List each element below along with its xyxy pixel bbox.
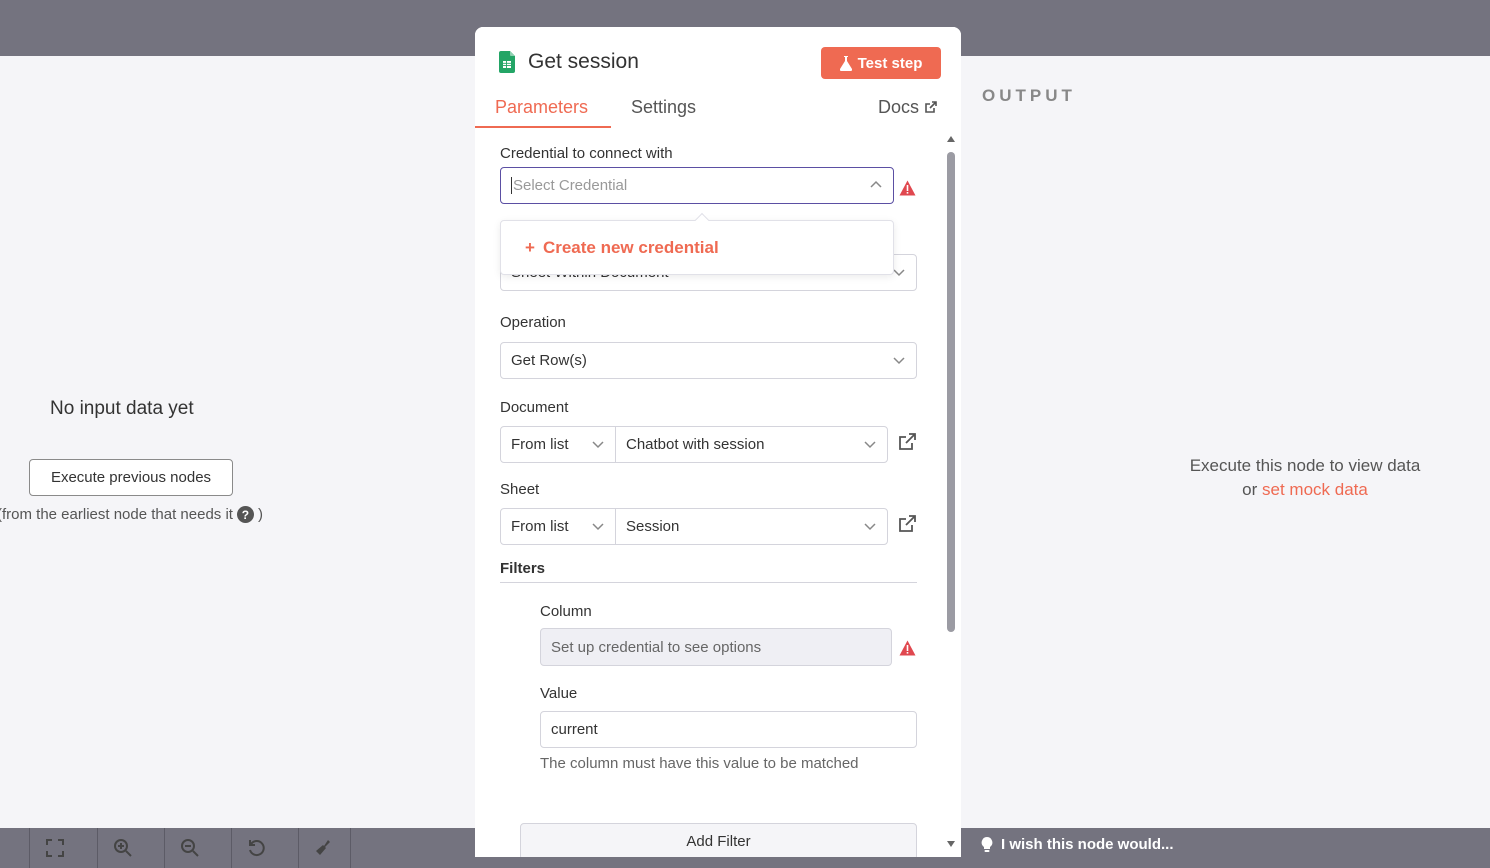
add-filter-button[interactable]: Add Filter <box>520 823 917 857</box>
value-label: Value <box>540 685 578 702</box>
lightbulb-icon <box>981 836 993 852</box>
panel-header: Get session Test step Parameters Setting… <box>475 27 961 129</box>
operation-value: Get Row(s) <box>511 352 587 369</box>
sheet-mode-select[interactable]: From list <box>500 508 616 545</box>
toolbar-divider <box>350 828 400 868</box>
scroll-thumb[interactable] <box>947 152 955 632</box>
filter-value: current <box>551 721 598 738</box>
zoom-in-button[interactable] <box>97 828 147 868</box>
filters-divider <box>500 582 917 583</box>
node-settings-panel: Get session Test step Parameters Setting… <box>475 27 961 857</box>
docs-link[interactable]: Docs <box>878 97 937 118</box>
scroll-up-icon[interactable] <box>946 135 956 143</box>
earliest-node-note: (from the earliest node that needs it ? … <box>0 506 263 523</box>
chevron-down-icon <box>592 441 604 449</box>
docs-label: Docs <box>878 97 920 117</box>
mock-data-line: or set mock data <box>1179 478 1431 502</box>
earliest-node-text: (from the earliest node that needs it <box>0 506 233 523</box>
sheet-value: Session <box>626 518 680 535</box>
set-mock-data-link[interactable]: set mock data <box>1262 480 1368 499</box>
create-credential-option[interactable]: Create new credential <box>543 238 719 258</box>
credential-select[interactable]: Select Credential <box>500 167 894 204</box>
sheet-mode-value: From list <box>511 518 569 535</box>
external-link-icon <box>925 101 937 113</box>
operation-select[interactable]: Get Row(s) <box>500 342 917 379</box>
operation-label: Operation <box>500 314 566 331</box>
google-sheets-icon <box>499 51 515 73</box>
column-select-disabled: Set up credential to see options <box>540 628 892 666</box>
text-cursor <box>511 177 512 194</box>
no-input-title: No input data yet <box>50 398 194 419</box>
help-icon[interactable]: ? <box>236 506 254 523</box>
node-title[interactable]: Get session <box>528 50 639 74</box>
output-label: OUTPUT <box>982 86 1076 105</box>
fit-view-button[interactable] <box>29 828 79 868</box>
zoom-out-icon <box>180 839 199 857</box>
open-sheet-icon[interactable] <box>897 514 917 534</box>
or-text: or <box>1242 480 1258 499</box>
tab-parameters[interactable]: Parameters <box>495 97 588 118</box>
undo-icon <box>248 840 265 857</box>
tidy-up-button[interactable] <box>298 828 348 868</box>
scroll-down-icon[interactable] <box>946 840 956 848</box>
chevron-down-icon <box>893 357 905 365</box>
column-label: Column <box>540 603 592 620</box>
broom-icon <box>315 840 330 855</box>
chevron-down-icon <box>893 269 905 277</box>
parameters-body: Credential to connect with Select Creden… <box>475 129 961 857</box>
filters-label: Filters <box>500 560 546 577</box>
active-tab-indicator <box>475 126 611 128</box>
credential-label: Credential to connect with <box>500 145 673 162</box>
filter-value-hint: The column must have this value to be ma… <box>540 755 859 772</box>
output-pane: OUTPUT Execute this node to view data or… <box>961 56 1490 828</box>
output-empty-message: Execute this node to view data or set mo… <box>1179 454 1431 502</box>
zoom-out-button[interactable] <box>164 828 214 868</box>
sheet-select[interactable]: Session <box>615 508 888 545</box>
test-step-label: Test step <box>857 54 923 72</box>
document-select[interactable]: Chatbot with session <box>615 426 888 463</box>
column-placeholder: Set up credential to see options <box>551 638 762 656</box>
chevron-down-icon <box>864 441 876 449</box>
tab-settings[interactable]: Settings <box>631 97 696 118</box>
execute-node-text: Execute this node to view data <box>1189 456 1421 475</box>
sheet-label: Sheet <box>500 481 540 498</box>
filter-value-input[interactable]: current <box>540 711 917 748</box>
plus-icon: + <box>525 237 535 257</box>
reset-zoom-button[interactable] <box>231 828 281 868</box>
fit-view-icon <box>45 839 64 857</box>
flask-icon <box>839 55 852 71</box>
execute-previous-nodes-button[interactable]: Execute previous nodes <box>29 459 233 496</box>
document-mode-select[interactable]: From list <box>500 426 616 463</box>
feature-wish-link[interactable]: I wish this node would... <box>981 836 1174 853</box>
warning-icon <box>899 180 916 196</box>
document-value: Chatbot with session <box>626 436 765 453</box>
open-document-icon[interactable] <box>897 432 917 452</box>
credential-placeholder: Select Credential <box>513 177 628 194</box>
chevron-down-icon <box>592 523 604 531</box>
document-mode-value: From list <box>511 436 569 453</box>
chevron-down-icon <box>864 523 876 531</box>
test-step-button[interactable]: Test step <box>821 47 941 79</box>
input-pane: No input data yet Execute previous nodes… <box>0 56 475 828</box>
chevron-up-icon <box>870 180 882 188</box>
credential-dropdown: + Create new credential <box>500 220 894 275</box>
zoom-in-icon <box>113 839 132 857</box>
warning-icon <box>899 640 916 656</box>
document-label: Document <box>500 399 569 416</box>
wish-text: I wish this node would... <box>1001 836 1174 853</box>
earliest-node-text-end: ) <box>257 506 263 523</box>
